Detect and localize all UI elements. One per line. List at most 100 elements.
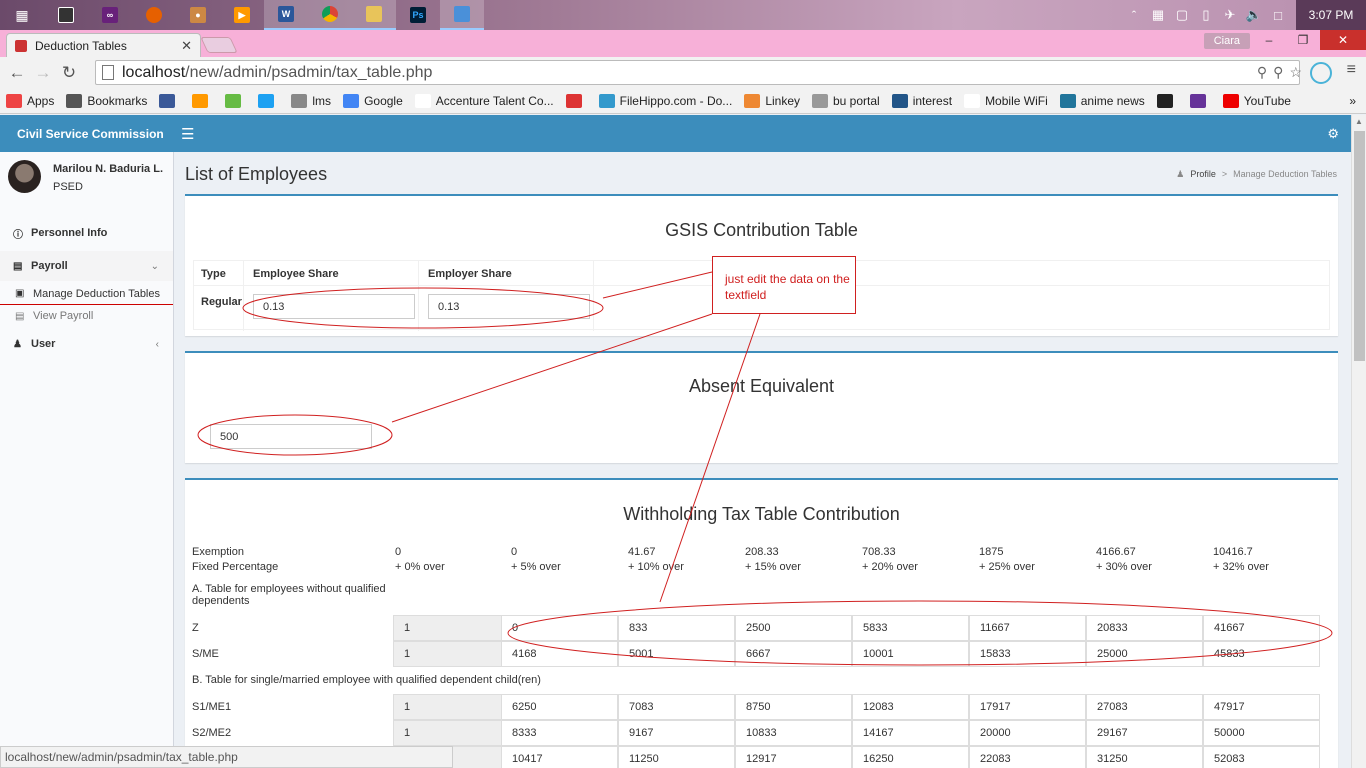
bookmark-youtube[interactable]: YouTube (1222, 93, 1291, 108)
tax-value-field[interactable]: 7083 (618, 694, 735, 720)
employer-share-field[interactable]: 0.13 (428, 294, 590, 319)
tax-value-field[interactable]: 27083 (1086, 694, 1203, 720)
bookmark-apps[interactable]: Apps (6, 93, 54, 108)
paint-icon[interactable]: ● (176, 0, 220, 30)
forward-icon[interactable]: → (30, 63, 56, 83)
visual-studio-icon[interactable]: ∞ (88, 0, 132, 30)
bookmark-mobile-wifi[interactable]: Mobile WiFi (964, 93, 1048, 108)
tax-value-field[interactable]: 10417 (501, 746, 618, 768)
tax-value-field[interactable]: 11250 (618, 746, 735, 768)
tax-value-field[interactable]: 14167 (852, 720, 969, 746)
tax-value-field[interactable]: 45833 (1203, 641, 1320, 667)
bookmark-star-icon[interactable]: ☆ (1289, 64, 1302, 81)
sidebar-item-manage-deduction-tables[interactable]: ▣ Manage Deduction Tables (0, 283, 173, 305)
tab-deduction-tables[interactable]: Deduction Tables ✕ (6, 33, 201, 57)
tax-value-field[interactable]: 16250 (852, 746, 969, 768)
bookmark-accenture-talent-co[interactable]: Accenture Talent Co... (414, 93, 554, 108)
tax-value-field[interactable]: 6250 (501, 694, 618, 720)
bookmark-layers[interactable] (1156, 93, 1178, 108)
key-icon[interactable]: ⚲ (1273, 64, 1283, 81)
tax-value-field[interactable]: 20833 (1086, 615, 1203, 641)
sidebar-item-payroll[interactable]: ▤ Payroll ⌄ (0, 251, 173, 281)
page-scrollbar[interactable]: ▲ (1351, 115, 1366, 768)
tax-value-field[interactable]: 833 (618, 615, 735, 641)
tax-value-field[interactable]: 2500 (735, 615, 852, 641)
tax-value-field[interactable]: 6667 (735, 641, 852, 667)
airplane-icon[interactable]: ✈ (1218, 7, 1242, 23)
windows-flag-icon[interactable]: ▦ (1146, 7, 1170, 23)
tax-status-field[interactable]: 1 (393, 694, 510, 720)
back-icon[interactable]: ← (4, 63, 30, 83)
tax-value-field[interactable]: 41667 (1203, 615, 1320, 641)
tax-value-field[interactable]: 8750 (735, 694, 852, 720)
tax-value-field[interactable]: 10001 (852, 641, 969, 667)
tax-value-field[interactable]: 25000 (1086, 641, 1203, 667)
bookmark-bookmark-green[interactable] (225, 93, 246, 108)
tax-value-field[interactable]: 20000 (969, 720, 1086, 746)
photo-viewer-icon[interactable] (440, 0, 484, 30)
tax-value-field[interactable]: 8333 (501, 720, 618, 746)
bookmark-filehippo-com-do[interactable]: FileHippo.com - Do... (598, 93, 732, 108)
bookmark-pma[interactable] (192, 93, 213, 108)
volume-icon[interactable]: 🔈 (1242, 7, 1266, 23)
restore-icon[interactable]: ❐ (1286, 30, 1320, 50)
gears-icon[interactable]: ⚙ (1327, 126, 1339, 142)
tax-value-field[interactable]: 50000 (1203, 720, 1320, 746)
tax-value-field[interactable]: 12083 (852, 694, 969, 720)
firefox-icon[interactable] (132, 0, 176, 30)
sidebar-item-view-payroll[interactable]: ▤ View Payroll (0, 305, 173, 327)
tax-value-field[interactable]: 4168 (501, 641, 618, 667)
bookmark-bookmarks[interactable]: Bookmarks (66, 93, 147, 108)
bookmark-az[interactable] (1189, 93, 1211, 108)
reload-icon[interactable]: ↻ (56, 63, 82, 83)
breadcrumb-profile[interactable]: Profile (1190, 169, 1216, 180)
tax-value-field[interactable]: 47917 (1203, 694, 1320, 720)
bookmark-anime-news[interactable]: anime news (1059, 93, 1145, 108)
scrollbar-thumb[interactable] (1354, 131, 1365, 361)
tax-value-field[interactable]: 15833 (969, 641, 1086, 667)
brand-logo[interactable]: Civil Service Commission (0, 127, 173, 141)
tax-value-field[interactable]: 5833 (852, 615, 969, 641)
tax-status-field[interactable]: 1 (393, 615, 510, 641)
battery-icon[interactable]: ▯ (1194, 7, 1218, 23)
task-view-icon[interactable] (44, 0, 88, 30)
tax-value-field[interactable]: 22083 (969, 746, 1086, 768)
word-icon[interactable]: W (264, 0, 308, 30)
sidebar-item-personnel-info[interactable]: ⓘ Personnel Info (0, 218, 173, 248)
minimize-icon[interactable]: – (1252, 30, 1286, 50)
clock[interactable]: 3:07 PM (1296, 0, 1366, 30)
tax-value-field[interactable]: 10833 (735, 720, 852, 746)
absent-equivalent-field[interactable]: 500 (210, 424, 372, 449)
chrome-menu-icon[interactable]: ≡ (1347, 61, 1356, 79)
bookmark-facebook[interactable] (159, 93, 180, 108)
bookmark-linkey[interactable]: Linkey (744, 93, 800, 108)
tax-status-field[interactable]: 1 (393, 641, 510, 667)
sidebar-item-user[interactable]: ♟ User ‹ (0, 329, 173, 359)
windows-start-icon[interactable]: ▦ (0, 0, 44, 30)
tax-value-field[interactable]: 9167 (618, 720, 735, 746)
tax-value-field[interactable]: 52083 (1203, 746, 1320, 768)
bookmark-lms[interactable]: lms (291, 93, 331, 108)
bookmark-google[interactable]: Google (343, 93, 403, 108)
profile-button[interactable]: Ciara (1203, 33, 1250, 49)
address-bar[interactable]: localhost/new/admin/psadmin/tax_table.ph… (95, 60, 1300, 85)
employee-share-field[interactable]: 0.13 (253, 294, 415, 319)
tax-status-field[interactable]: 1 (393, 720, 510, 746)
bookmark-interest[interactable]: interest (891, 93, 952, 108)
file-explorer-icon[interactable] (352, 0, 396, 30)
tax-value-field[interactable]: 11667 (969, 615, 1086, 641)
bookmark-bu-portal[interactable]: bu portal (812, 93, 880, 108)
scroll-up-icon[interactable]: ▲ (1355, 117, 1363, 126)
media-icon[interactable]: ▶ (220, 0, 264, 30)
display-icon[interactable]: ▢ (1170, 7, 1194, 23)
tax-value-field[interactable]: 17917 (969, 694, 1086, 720)
notification-icon[interactable]: □ (1266, 8, 1290, 23)
page-info-icon[interactable] (102, 65, 114, 80)
tax-value-field[interactable]: 0 (501, 615, 618, 641)
tax-value-field[interactable]: 12917 (735, 746, 852, 768)
tax-value-field[interactable]: 29167 (1086, 720, 1203, 746)
tax-value-field[interactable]: 31250 (1086, 746, 1203, 768)
bookmark-gmail[interactable] (565, 93, 587, 108)
zoom-icon[interactable]: ⚲ (1257, 64, 1267, 81)
chrome-icon[interactable] (308, 0, 352, 30)
